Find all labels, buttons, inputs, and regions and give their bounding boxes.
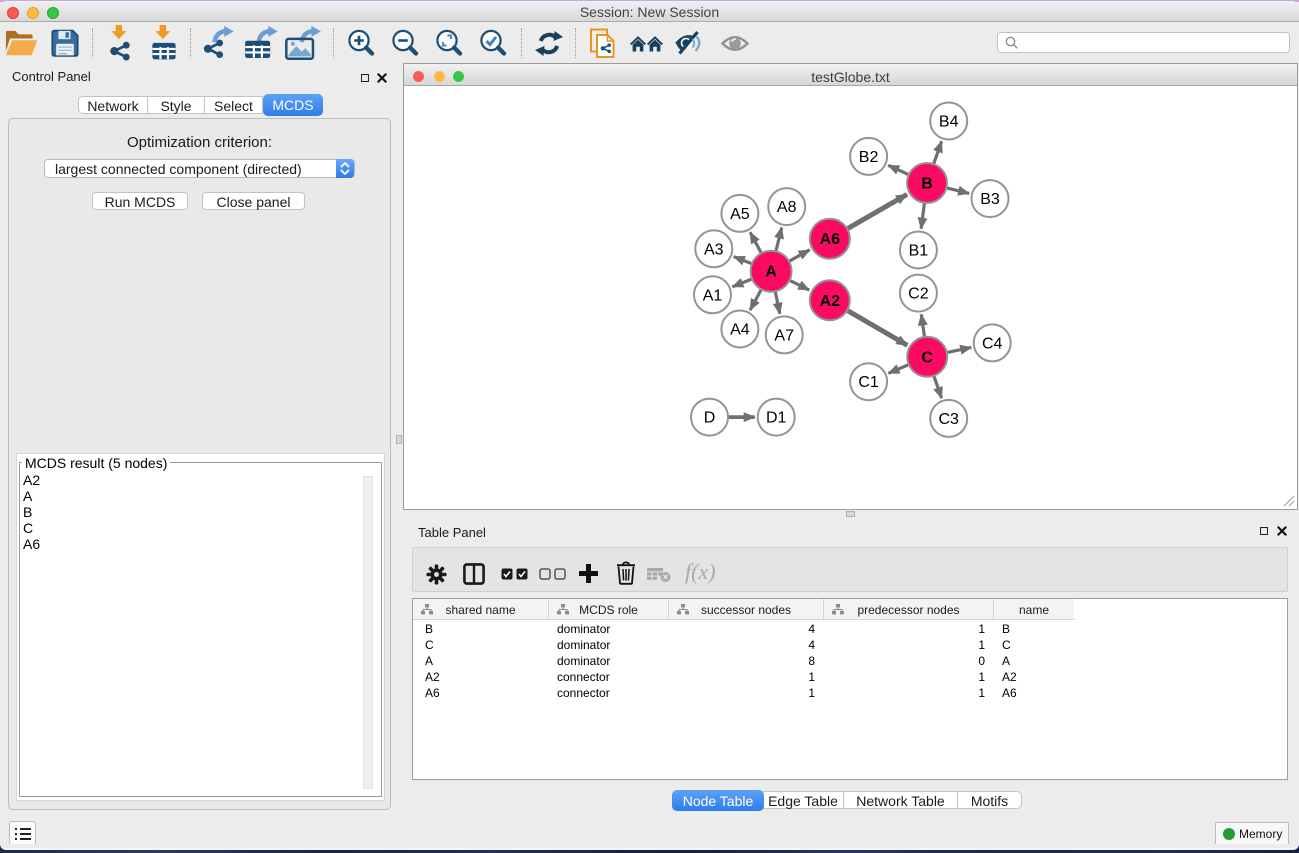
svg-text:A1: A1 bbox=[703, 287, 723, 304]
svg-text:D1: D1 bbox=[766, 410, 787, 427]
svg-text:B4: B4 bbox=[939, 114, 959, 131]
svg-text:C3: C3 bbox=[938, 411, 959, 428]
svg-text:C1: C1 bbox=[858, 374, 879, 391]
svg-text:C4: C4 bbox=[982, 335, 1003, 352]
svg-text:A: A bbox=[765, 264, 777, 281]
svg-text:A3: A3 bbox=[704, 241, 724, 258]
svg-text:A4: A4 bbox=[730, 322, 750, 339]
svg-text:B3: B3 bbox=[980, 191, 1000, 208]
svg-text:A8: A8 bbox=[777, 199, 797, 216]
svg-text:A7: A7 bbox=[774, 327, 794, 344]
svg-text:C: C bbox=[921, 349, 933, 366]
svg-text:B1: B1 bbox=[909, 243, 929, 260]
svg-text:C2: C2 bbox=[908, 286, 929, 303]
svg-text:B2: B2 bbox=[859, 149, 879, 166]
svg-text:A6: A6 bbox=[820, 231, 841, 248]
svg-text:A5: A5 bbox=[730, 206, 750, 223]
svg-text:D: D bbox=[704, 410, 716, 427]
svg-text:A2: A2 bbox=[820, 293, 841, 310]
svg-text:B: B bbox=[921, 176, 933, 193]
